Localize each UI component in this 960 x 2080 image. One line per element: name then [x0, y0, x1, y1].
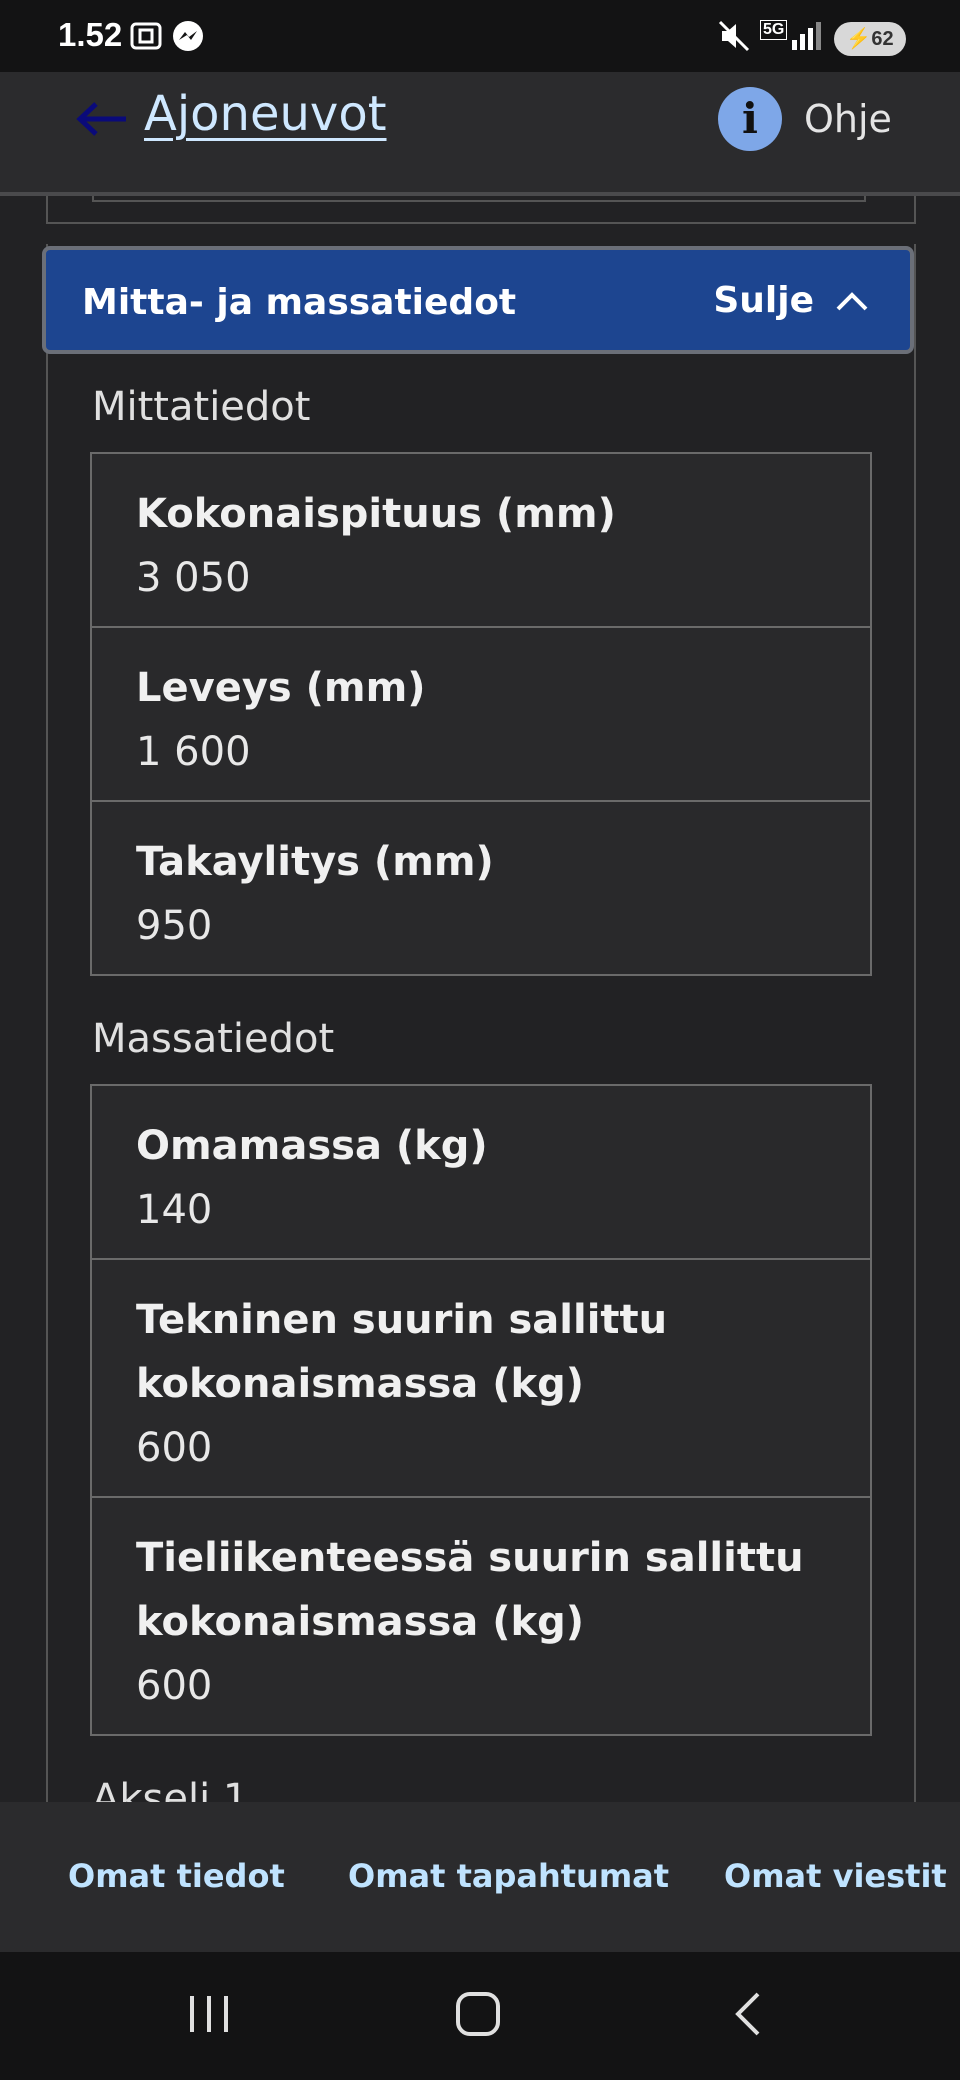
system-back-icon[interactable] — [730, 1990, 764, 2038]
app-header: Ajoneuvot i Ohje — [0, 72, 960, 196]
dimensions-table: Kokonaispituus (mm) 3 050 Leveys (mm) 1 … — [90, 452, 872, 976]
row-label: Kokonaispituus (mm) — [136, 491, 616, 537]
system-navigation-bar — [0, 1952, 960, 2080]
section-title: Mitta- ja massatiedot — [82, 282, 517, 323]
dimensions-heading: Mittatiedot — [92, 384, 311, 430]
recent-apps-icon[interactable] — [186, 1992, 232, 2036]
row-label: Takaylitys (mm) — [136, 839, 494, 885]
bottom-tab-bar: Omat tiedot Omat tapahtumat Omat viestit — [0, 1802, 960, 1952]
row-value: 600 — [136, 1425, 213, 1471]
screenshot-icon — [130, 22, 162, 50]
table-row: Takaylitys (mm) 950 — [92, 802, 870, 974]
table-row: Tieliikenteessä suurin sallittu kokonais… — [92, 1498, 870, 1734]
row-value: 1 600 — [136, 729, 251, 775]
table-row: Leveys (mm) 1 600 — [92, 628, 870, 802]
table-row: Tekninen suurin sallittu kokonaismassa (… — [92, 1260, 870, 1498]
section-header-dimensions-masses[interactable]: Mitta- ja massatiedot Sulje — [42, 246, 914, 354]
status-bar: 1.52 5G ⚡62 — [0, 0, 960, 72]
network-type: 5G — [760, 20, 788, 40]
battery-indicator: ⚡62 — [834, 22, 906, 56]
row-value: 3 050 — [136, 555, 251, 601]
chevron-up-icon — [836, 291, 868, 310]
table-row: Omamassa (kg) 140 — [92, 1086, 870, 1260]
row-value: 950 — [136, 903, 213, 949]
help-label: Ohje — [804, 97, 892, 141]
table-row: Kokonaispituus (mm) 3 050 — [92, 454, 870, 628]
tab-omat-viestit[interactable]: Omat viestit — [724, 1857, 947, 1895]
signal-icon — [792, 22, 821, 50]
tab-omat-tapahtumat[interactable]: Omat tapahtumat — [348, 1857, 669, 1895]
axle-section-heading: Akseli 1 — [92, 1776, 249, 1802]
row-label: Tieliikenteessä suurin sallittu kokonais… — [136, 1535, 804, 1645]
status-time: 1.52 — [58, 16, 123, 53]
content-area[interactable]: Mitta- ja massatiedot Sulje Mittatiedot … — [0, 196, 960, 1802]
row-label: Omamassa (kg) — [136, 1123, 488, 1169]
close-label: Sulje — [713, 280, 814, 321]
page-title-link[interactable]: Ajoneuvot — [144, 86, 387, 142]
row-label: Tekninen suurin sallittu kokonaismassa (… — [136, 1297, 668, 1407]
messenger-icon — [173, 21, 203, 51]
previous-section-inner-edge — [92, 196, 866, 202]
row-label: Leveys (mm) — [136, 665, 426, 711]
help-button[interactable]: i Ohje — [718, 86, 892, 152]
masses-table: Omamassa (kg) 140 Tekninen suurin sallit… — [90, 1084, 872, 1736]
row-value: 140 — [136, 1187, 213, 1233]
mute-icon — [718, 20, 750, 52]
masses-heading: Massatiedot — [92, 1016, 335, 1062]
close-section-button[interactable]: Sulje — [713, 280, 870, 321]
tab-omat-tiedot[interactable]: Omat tiedot — [68, 1857, 285, 1895]
row-value: 600 — [136, 1663, 213, 1709]
home-icon[interactable] — [454, 1990, 502, 2038]
info-icon: i — [718, 87, 782, 151]
back-arrow-icon[interactable] — [74, 94, 134, 144]
